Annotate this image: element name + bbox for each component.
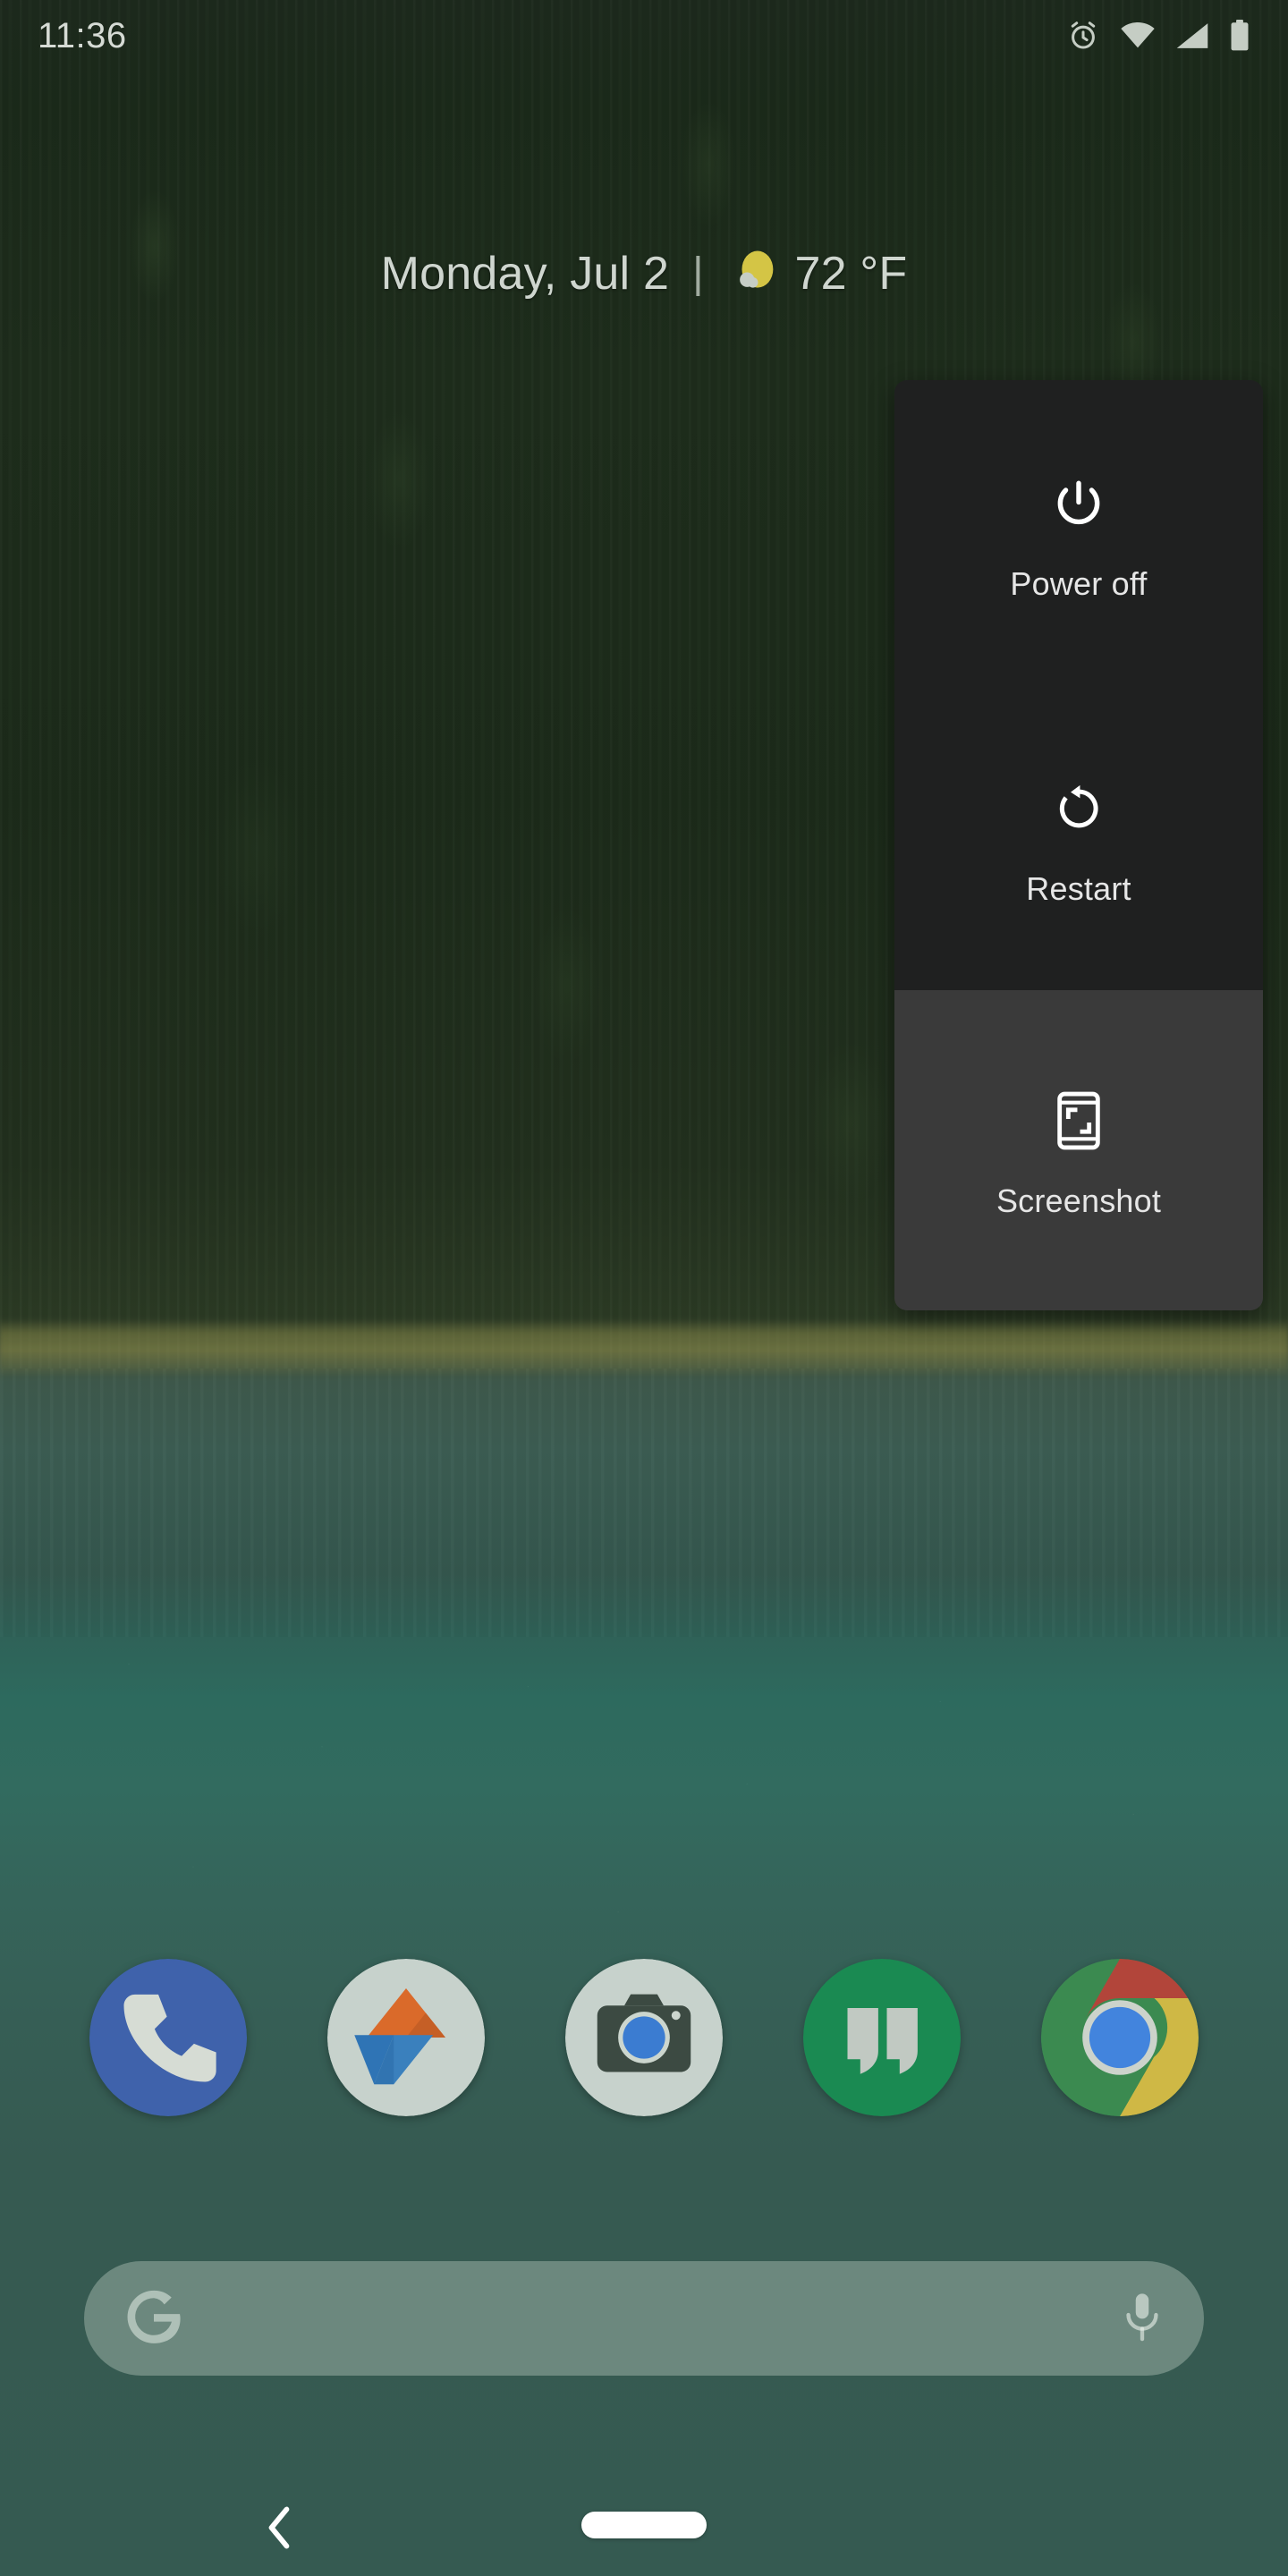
screenshot-label: Screenshot bbox=[996, 1182, 1162, 1219]
dock-app-phone[interactable] bbox=[89, 1959, 247, 2116]
power-menu-top-section: Power off Restart bbox=[894, 380, 1263, 990]
alarm-icon bbox=[1066, 19, 1100, 53]
wallpaper-water-sparkle bbox=[0, 1619, 1288, 1995]
home-pill[interactable] bbox=[581, 2512, 707, 2538]
battery-icon bbox=[1229, 20, 1250, 52]
android-home-screen: 11:36 Monday, Jul 2 | 72 °F Power off Re… bbox=[0, 0, 1288, 2576]
power-off-label: Power off bbox=[1010, 564, 1148, 602]
navigation-bar bbox=[0, 2469, 1288, 2576]
status-bar: 11:36 bbox=[0, 0, 1288, 72]
search-input[interactable] bbox=[182, 2261, 1122, 2376]
restart-icon bbox=[1053, 768, 1105, 849]
dock-app-drive[interactable] bbox=[327, 1959, 485, 2116]
date-weather-widget[interactable]: Monday, Jul 2 | 72 °F bbox=[0, 243, 1288, 303]
status-icons bbox=[1066, 19, 1250, 53]
wallpaper-shoreline bbox=[0, 1320, 1288, 1374]
status-clock: 11:36 bbox=[38, 15, 127, 55]
widget-temperature: 72 °F bbox=[794, 247, 908, 300]
partly-sunny-icon bbox=[727, 243, 783, 303]
power-menu-highlight-section: Screenshot bbox=[894, 990, 1263, 1310]
restart-menu-item[interactable]: Restart bbox=[894, 685, 1263, 990]
wifi-icon bbox=[1120, 21, 1156, 50]
widget-date: Monday, Jul 2 bbox=[380, 247, 670, 300]
screenshot-icon bbox=[1054, 1080, 1104, 1161]
dock-app-chrome[interactable] bbox=[1041, 1959, 1199, 2116]
restart-label: Restart bbox=[1026, 869, 1131, 907]
dock bbox=[0, 1959, 1288, 2116]
power-icon bbox=[1051, 463, 1106, 544]
dock-app-camera[interactable] bbox=[565, 1959, 723, 2116]
google-g-icon bbox=[125, 2288, 182, 2350]
cellular-signal-icon bbox=[1175, 21, 1209, 50]
screenshot-menu-item[interactable]: Screenshot bbox=[894, 990, 1263, 1310]
microphone-icon[interactable] bbox=[1122, 2291, 1163, 2347]
power-menu: Power off Restart Screenshot bbox=[894, 380, 1263, 1310]
dock-app-hangouts[interactable] bbox=[803, 1959, 961, 2116]
widget-separator: | bbox=[692, 250, 704, 297]
google-search-bar[interactable] bbox=[84, 2261, 1204, 2376]
power-off-menu-item[interactable]: Power off bbox=[894, 380, 1263, 685]
wallpaper-water-reflection bbox=[0, 1368, 1288, 1637]
back-chevron-icon[interactable] bbox=[240, 2488, 318, 2567]
